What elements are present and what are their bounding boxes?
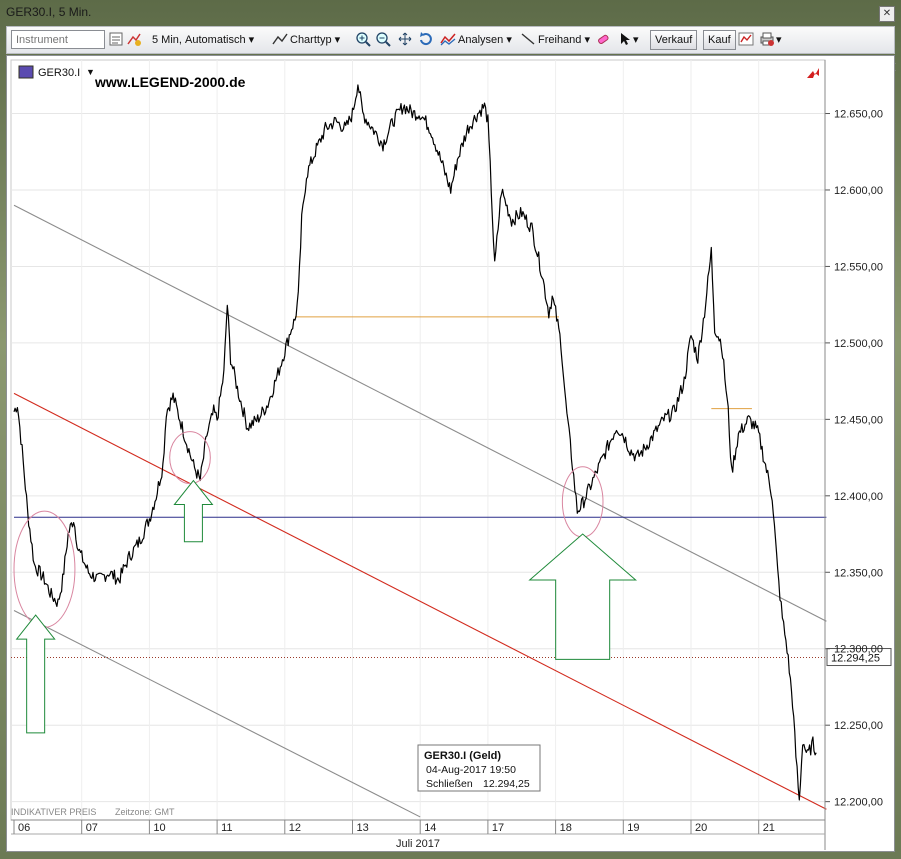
chevron-down-icon[interactable]: ▾ (776, 32, 782, 48)
y-tick-label: 12.300,00 (834, 644, 883, 656)
y-tick-label: 12.350,00 (834, 567, 883, 579)
chevron-down-icon: ▾ (584, 34, 591, 46)
mode-label: Automatisch (185, 34, 246, 46)
indicative-price-note: INDIKATIVER PREIS (11, 807, 96, 817)
x-tick-label: 06 (18, 822, 30, 834)
analysen-icon (440, 31, 456, 47)
kauf-button[interactable]: Kauf (703, 30, 736, 50)
x-tick-label: 11 (221, 822, 232, 834)
close-icon: ✕ (882, 8, 892, 19)
tooltip-close-value: 12.294,25 (483, 778, 530, 790)
cursor-icon[interactable] (617, 31, 633, 47)
eraser-icon[interactable] (595, 31, 611, 47)
tooltip-datetime: 04-Aug-2017 19:50 (426, 764, 516, 776)
price-series-line (13, 84, 817, 801)
up-arrow-marker (15, 614, 56, 734)
y-tick-label: 12.650,00 (834, 109, 883, 121)
y-tick-label: 12.450,00 (834, 414, 883, 426)
chevron-down-icon: ▼ (86, 67, 95, 77)
analysen-label: Analysen (458, 34, 504, 46)
x-tick-label: 13 (357, 822, 369, 834)
chevron-down-icon[interactable]: ▾ (633, 32, 639, 48)
freihand-icon (520, 31, 536, 47)
cfd-icon (18, 65, 34, 79)
freihand-menu[interactable]: Freihand ▾ (538, 32, 590, 48)
x-tick-label: 19 (627, 822, 639, 834)
add-instrument-icon[interactable] (126, 31, 142, 47)
plot-border (10, 59, 826, 821)
window-title: GER30.I, 5 Min. (6, 5, 92, 19)
x-tick-label: 14 (424, 822, 436, 834)
price-tooltip: GER30.I (Geld) 04-Aug-2017 19:50 Schließen… (417, 744, 541, 792)
tooltip-title: GER30.I (Geld) (424, 750, 501, 762)
x-tick-label: 21 (763, 822, 775, 834)
refresh-icon[interactable] (418, 31, 434, 47)
interval-select[interactable]: 5 Min, Automatisch ▾ (152, 32, 254, 48)
month-label: Juli 2017 (396, 838, 440, 850)
instrument-list-icon[interactable] (108, 31, 124, 47)
app-window: GER30.I, 5 Min. ✕ 5 Min, Automatisch ▾ C… (0, 0, 901, 859)
chevron-down-icon: ▾ (506, 34, 512, 46)
freihand-label: Freihand (538, 34, 582, 46)
x-tick-label: 18 (560, 822, 572, 834)
x-tick-label: 20 (695, 822, 707, 834)
charttyp-menu[interactable]: Charttyp ▾ (290, 32, 340, 48)
chart-grid (10, 59, 826, 821)
x-tick-label: 07 (86, 822, 98, 834)
x-tick-label: 12 (289, 822, 301, 834)
chart-settings-icon[interactable] (738, 31, 754, 47)
up-arrow-marker (528, 533, 638, 660)
chevron-down-icon: ▾ (248, 34, 255, 46)
y-tick-label: 12.400,00 (834, 491, 883, 503)
y-tick-label: 12.200,00 (834, 797, 883, 809)
watermark: www.LEGEND-2000.de (94, 74, 246, 90)
verkauf-button[interactable]: Verkauf (650, 30, 698, 50)
tooltip-close-label: Schließen (426, 778, 473, 790)
charttyp-label: Charttyp (290, 34, 332, 46)
toolbar: 5 Min, Automatisch ▾ Charttyp ▾ Analysen… (6, 26, 896, 74)
interval-label: 5 Min, (152, 34, 182, 46)
price-chart[interactable]: GER30.I ▼www.LEGEND-2000.de INDIKATIVER PR… (7, 56, 894, 851)
chart-series (13, 84, 817, 801)
x-tick-label: 17 (492, 822, 504, 834)
instrument-input[interactable] (11, 30, 105, 49)
live-indicator-icon (807, 68, 819, 78)
line-chart-icon (272, 31, 288, 47)
zoom-in-icon[interactable] (355, 31, 371, 47)
timezone-note: Zeitzone: GMT (115, 807, 175, 817)
instrument-label: GER30.I (38, 67, 80, 79)
title-bar: GER30.I, 5 Min. ✕ (0, 0, 901, 26)
y-tick-label: 12.500,00 (834, 338, 883, 350)
y-tick-label: 12.600,00 (834, 185, 883, 197)
print-icon[interactable] (759, 31, 775, 47)
highlight-circle (13, 510, 76, 628)
y-tick-label: 12.550,00 (834, 261, 883, 273)
zoom-out-icon[interactable] (375, 31, 391, 47)
chevron-down-icon: ▾ (334, 34, 341, 46)
chart-panel: GER30.I ▼ www.LEGEND-2000.de INDIKATIVER PR… (6, 55, 895, 852)
up-arrow-marker (173, 479, 214, 543)
analysen-menu[interactable]: Analysen ▾ (458, 32, 512, 48)
x-tick-label: 10 (153, 822, 165, 834)
close-button[interactable]: ✕ (879, 6, 895, 22)
fit-icon[interactable] (397, 31, 413, 47)
y-tick-label: 12.250,00 (834, 720, 883, 732)
